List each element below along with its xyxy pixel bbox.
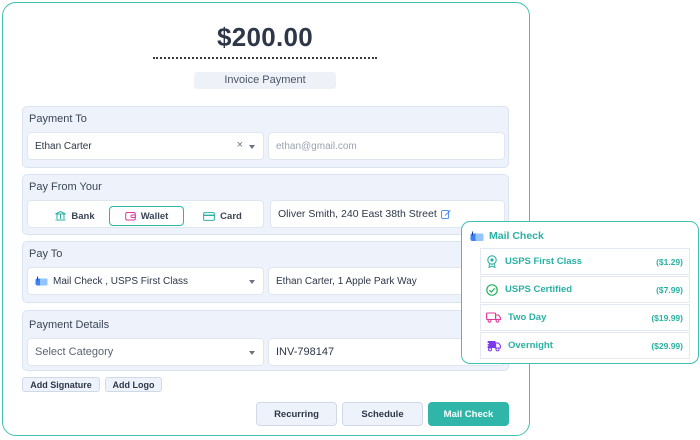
tab-bank[interactable]: Bank [45, 206, 105, 226]
ribbon-icon [487, 255, 497, 268]
tab-card-label: Card [220, 210, 242, 222]
payment-to-title: Payment To [29, 113, 87, 125]
payee-value: Ethan Carter [35, 140, 92, 152]
mailbox-icon [470, 231, 484, 241]
payee-select[interactable]: Ethan Carter × [27, 132, 264, 160]
email-placeholder: ethan@gmail.com [276, 140, 357, 152]
mail-check-button[interactable]: Mail Check [428, 402, 509, 426]
tab-wallet-label: Wallet [140, 210, 169, 222]
category-select[interactable]: Select Category [27, 338, 264, 366]
pay-from-section: Pay From Your Bank Wallet Card Oliver Sm… [22, 174, 509, 235]
email-field[interactable]: ethan@gmail.com [268, 132, 505, 160]
shipping-option-overnight[interactable]: Overnight ($29.99) [480, 332, 690, 359]
option-price: ($29.99) [651, 340, 683, 351]
option-price: ($7.99) [656, 284, 683, 295]
popup-header: Mail Check [470, 230, 544, 242]
delivery-method-select[interactable]: Mail Check , USPS First Class [27, 267, 264, 295]
option-price: ($1.29) [656, 256, 683, 267]
payment-details-title: Payment Details [29, 319, 110, 331]
amount-display: $200.00 [216, 22, 314, 52]
recipient-value: Ethan Carter, 1 Apple Park Way [276, 275, 417, 287]
chevron-down-icon[interactable] [249, 280, 255, 284]
pay-from-title: Pay From Your [29, 181, 102, 193]
tab-bank-label: Bank [71, 210, 95, 222]
pay-to-title: Pay To [29, 248, 63, 260]
pay-to-section: Pay To Mail Check , USPS First Class Eth… [22, 241, 509, 303]
category-placeholder: Select Category [35, 346, 114, 358]
recurring-button[interactable]: Recurring [256, 402, 337, 426]
card-icon [203, 211, 216, 221]
option-name: Two Day [508, 312, 547, 323]
add-logo-button[interactable]: Add Logo [105, 377, 162, 392]
shipping-option-usps-first-class[interactable]: USPS First Class ($1.29) [480, 248, 690, 275]
schedule-button[interactable]: Schedule [342, 402, 423, 426]
option-price: ($19.99) [651, 312, 683, 323]
tab-wallet[interactable]: Wallet [109, 206, 184, 226]
payment-details-section: Payment Details Select Category INV-7981… [22, 310, 509, 371]
option-name: USPS First Class [505, 256, 583, 267]
invoice-number: INV-798147 [276, 346, 335, 358]
source-address: Oliver Smith, 240 East 38th Street [278, 208, 437, 220]
option-name: Overnight [508, 340, 553, 351]
mail-check-popup: Mail Check USPS First Class ($1.29) USPS… [461, 221, 699, 364]
shipping-option-usps-certified[interactable]: USPS Certified ($7.99) [480, 276, 690, 303]
add-signature-button[interactable]: Add Signature [22, 377, 100, 392]
tab-card[interactable]: Card [195, 206, 250, 226]
shipping-option-two-day[interactable]: Two Day ($19.99) [480, 304, 690, 331]
mailbox-icon [35, 276, 48, 285]
chevron-down-icon[interactable] [249, 351, 255, 355]
option-name: USPS Certified [505, 284, 573, 295]
chevron-down-icon[interactable] [249, 145, 255, 149]
fast-truck-icon [486, 340, 501, 351]
delivery-method-value: Mail Check , USPS First Class [53, 275, 189, 287]
payment-to-section: Payment To Ethan Carter × ethan@gmail.co… [22, 106, 509, 168]
bank-icon [55, 211, 67, 221]
amount-underline [153, 57, 377, 59]
check-circle-icon [486, 283, 498, 296]
edit-icon[interactable] [440, 209, 451, 219]
wallet-icon [124, 212, 136, 221]
memo-field[interactable]: Invoice Payment [194, 72, 336, 89]
clear-icon[interactable]: × [237, 139, 243, 151]
truck-icon [486, 312, 501, 323]
popup-title: Mail Check [489, 230, 544, 242]
